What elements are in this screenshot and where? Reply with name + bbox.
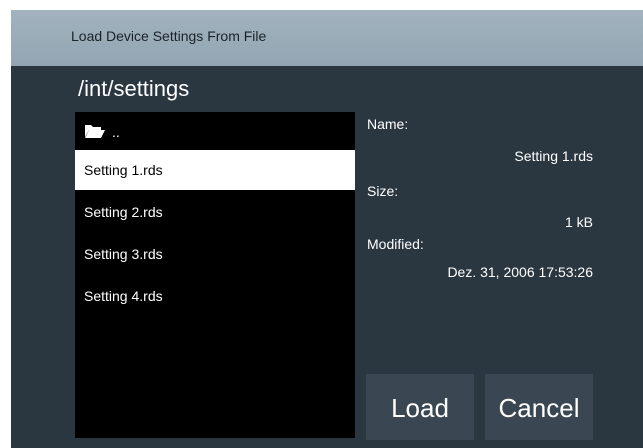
modified-label: Modified: [367,236,424,252]
dialog-titlebar: Load Device Settings From File [11,10,643,66]
name-value: Setting 1.rds [514,148,593,164]
file-list[interactable]: .. Setting 1.rds Setting 2.rds Setting 3… [75,112,355,438]
size-label: Size: [367,183,399,199]
name-label: Name: [367,116,409,132]
dialog-title: Load Device Settings From File [71,28,267,44]
file-item-label: Setting 1.rds [84,162,163,178]
load-settings-dialog: Load Device Settings From File /int/sett… [11,10,643,448]
file-item-label: Setting 4.rds [84,288,163,304]
parent-directory-item[interactable]: .. [75,114,355,150]
file-item-label: Setting 3.rds [84,246,163,262]
file-item-setting-1[interactable]: Setting 1.rds [75,150,355,190]
cancel-button[interactable]: Cancel [485,374,593,440]
modified-value: Dez. 31, 2006 17:53:26 [447,264,593,280]
load-button[interactable]: Load [366,374,474,440]
file-item-setting-2[interactable]: Setting 2.rds [75,192,355,232]
file-item-setting-3[interactable]: Setting 3.rds [75,234,355,274]
size-value: 1 kB [564,214,593,230]
open-folder-icon [84,123,106,139]
file-item-setting-4[interactable]: Setting 4.rds [75,276,355,316]
file-item-label: Setting 2.rds [84,204,163,220]
parent-directory-label: .. [112,124,120,140]
current-path: /int/settings [78,76,190,101]
